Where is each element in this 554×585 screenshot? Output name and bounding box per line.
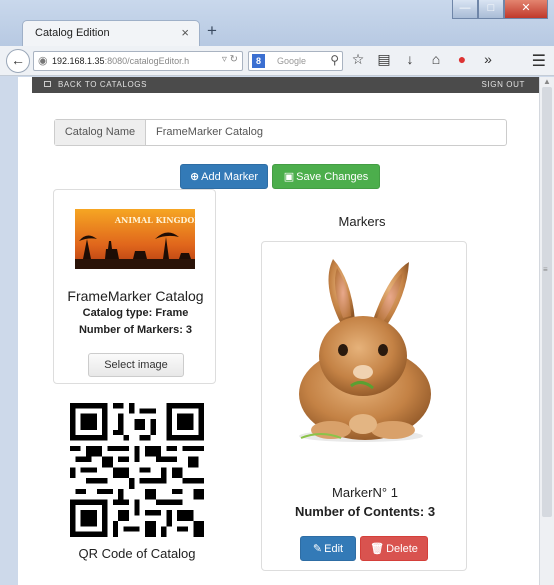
marker-contents-count: Number of Contents: 3 [294,504,436,519]
browser-window: Catalog Edition × + — □ ✕ ← ◉ 192.168.1.… [0,0,554,585]
catalog-name-input[interactable]: FrameMarker Catalog [156,120,276,145]
edit-icon: ✎ [312,543,323,555]
search-engine-icon[interactable]: 8 [252,54,265,68]
marker-name: MarkerN° 1 [332,485,398,500]
tab-close-icon[interactable]: × [181,25,189,40]
catalog-name-label: Catalog Name [55,120,146,145]
downloads-icon[interactable]: ↓ [402,51,418,68]
save-changes-button[interactable]: ▣ Save Changes [272,164,380,189]
back-to-catalogs-label: BACK TO CATALOGS [58,80,148,89]
url-path: :8080/catalogEditor.h [104,56,190,66]
browser-toolbar: ← ◉ 192.168.1.35:8080/catalogEditor.h ▿ … [0,46,554,76]
add-marker-label: Add Marker [201,171,259,183]
browser-tab[interactable]: Catalog Edition × [22,20,200,46]
maximize-button[interactable]: □ [478,0,504,19]
search-placeholder: Google [277,56,307,66]
scroll-grip-icon: ≡ [543,265,548,274]
toolbar-icons: ☆ ▤ ↓ ⌂ ● » [350,51,496,68]
qr-code-caption: QR Code of Catalog [78,546,196,561]
delete-marker-button[interactable]: 🗑 Delete [360,536,428,561]
url-text: 192.168.1.35:8080/catalogEditor.h [52,56,207,66]
reload-icon[interactable]: ▿ ↻ [222,54,238,65]
add-marker-button[interactable]: ⊕ Add Marker [180,164,268,189]
hamburger-menu-icon[interactable]: ☰ [532,51,546,71]
minimize-button[interactable]: — [452,0,478,19]
edit-marker-label: Edit [324,543,344,555]
catalog-name-field: Catalog Name FrameMarker Catalog [54,119,507,146]
sign-out-link[interactable]: SIGN OUT [482,80,525,89]
save-changes-label: Save Changes [296,171,369,183]
home-icon[interactable]: ⌂ [428,51,444,68]
plus-circle-icon: ⊕ [189,171,200,183]
new-tab-button[interactable]: + [207,21,217,41]
select-image-button[interactable]: Select image [88,353,184,377]
marker-card: MarkerN° 1 Number of Contents: 3 ✎ Edit 🗑… [261,241,467,571]
marker-image-rabbit [281,254,449,454]
catalog-card: ANIMAL KINGDOM FrameMarker Catalog Catal… [53,189,216,384]
delete-marker-label: Delete [386,543,418,555]
catalog-image: ANIMAL KINGDOM [75,209,195,269]
back-to-catalogs-link[interactable]: BACK TO CATALOGS [44,80,147,89]
scroll-thumb[interactable] [542,87,552,517]
scroll-up-arrow-icon[interactable]: ▲ [543,77,551,86]
tab-title: Catalog Edition [35,27,110,39]
vertical-scrollbar[interactable]: ▲ ≡ [539,77,554,585]
trash-icon: 🗑 [370,543,385,555]
search-bar[interactable]: 8 Google ⚲ [248,51,343,71]
markers-heading: Markers [338,214,386,229]
address-bar[interactable]: ◉ 192.168.1.35:8080/catalogEditor.h ▿ ↻ [33,51,243,71]
overflow-icon[interactable]: » [480,51,496,68]
globe-icon: ◉ [38,55,48,67]
url-host: 192.168.1.35 [52,56,105,66]
app-navbar: BACK TO CATALOGS SIGN OUT [32,77,539,93]
bookmarks-list-icon[interactable]: ▤ [376,51,392,68]
close-window-button[interactable]: ✕ [504,0,548,19]
title-bar: Catalog Edition × + — □ ✕ [0,0,554,46]
window-controls: — □ ✕ [452,0,548,20]
page-viewport: BACK TO CATALOGS SIGN OUT Catalog Name F… [18,77,539,585]
catalog-image-title: ANIMAL KINGDOM [114,215,195,225]
catalog-name: FrameMarker Catalog [67,288,204,304]
bookmark-star-icon[interactable]: ☆ [350,51,366,68]
back-icon [44,81,51,87]
edit-marker-button[interactable]: ✎ Edit [300,536,356,561]
back-arrow-icon[interactable]: ← [6,49,30,73]
floppy-disk-icon: ▣ [283,171,295,183]
addon-icon[interactable]: ● [454,51,470,68]
catalog-type: Catalog type: Frame [82,307,189,319]
search-icon[interactable]: ⚲ [330,53,339,67]
qr-code-image [70,403,204,537]
catalog-marker-count: Number of Markers: 3 [78,324,193,336]
